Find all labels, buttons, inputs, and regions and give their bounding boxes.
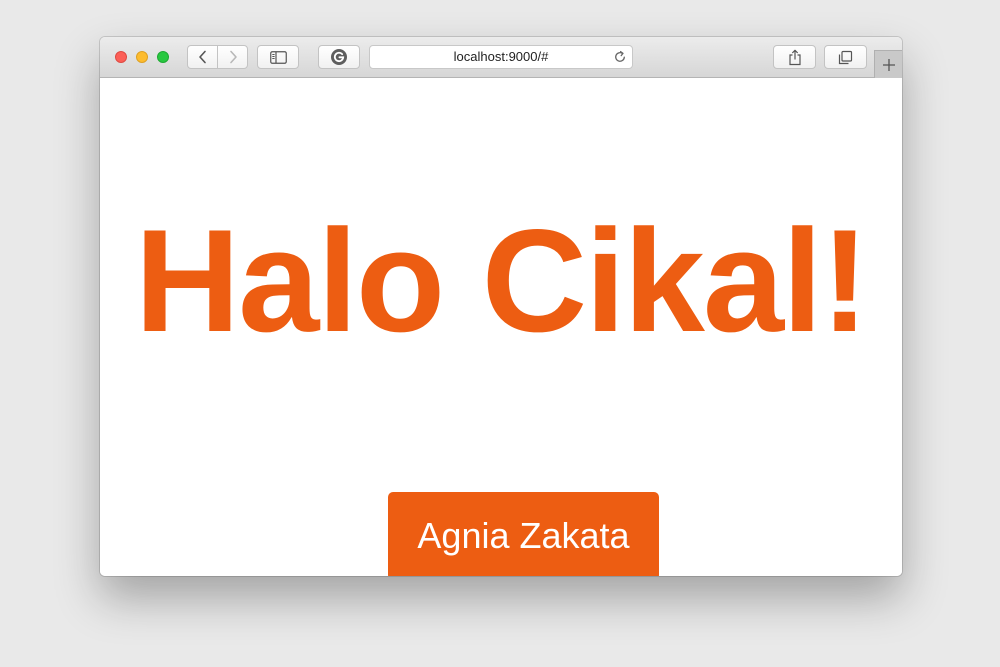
close-window-button[interactable] [115,51,127,63]
share-button[interactable] [773,45,816,69]
extension-button[interactable] [318,45,360,69]
zoom-window-button[interactable] [157,51,169,63]
url-text: localhost:9000/# [453,49,549,64]
chevron-right-icon [229,50,237,64]
tabs-overview-button[interactable] [824,45,867,69]
page-content: Halo Cikal! Agnia Zakata [100,78,902,576]
sidebar-icon [269,50,287,64]
share-icon [788,49,801,65]
address-bar[interactable]: localhost:9000/# [369,45,633,69]
reload-icon[interactable] [613,50,627,64]
forward-button[interactable] [217,46,247,68]
back-button[interactable] [188,46,217,68]
browser-window: localhost:9000/# Halo Cikal! Agnia Zakat… [100,37,902,576]
browser-toolbar: localhost:9000/# [100,37,902,78]
navigation-buttons [187,45,248,69]
page-headline: Halo Cikal! [134,199,870,362]
chevron-left-icon [198,50,206,64]
name-button[interactable]: Agnia Zakata [388,492,659,576]
minimize-window-button[interactable] [136,51,148,63]
tabs-overview-icon [838,50,853,64]
sidebar-button[interactable] [257,45,299,69]
plus-icon [882,58,895,71]
new-tab-button[interactable] [874,50,902,78]
grammarly-icon [331,49,347,65]
